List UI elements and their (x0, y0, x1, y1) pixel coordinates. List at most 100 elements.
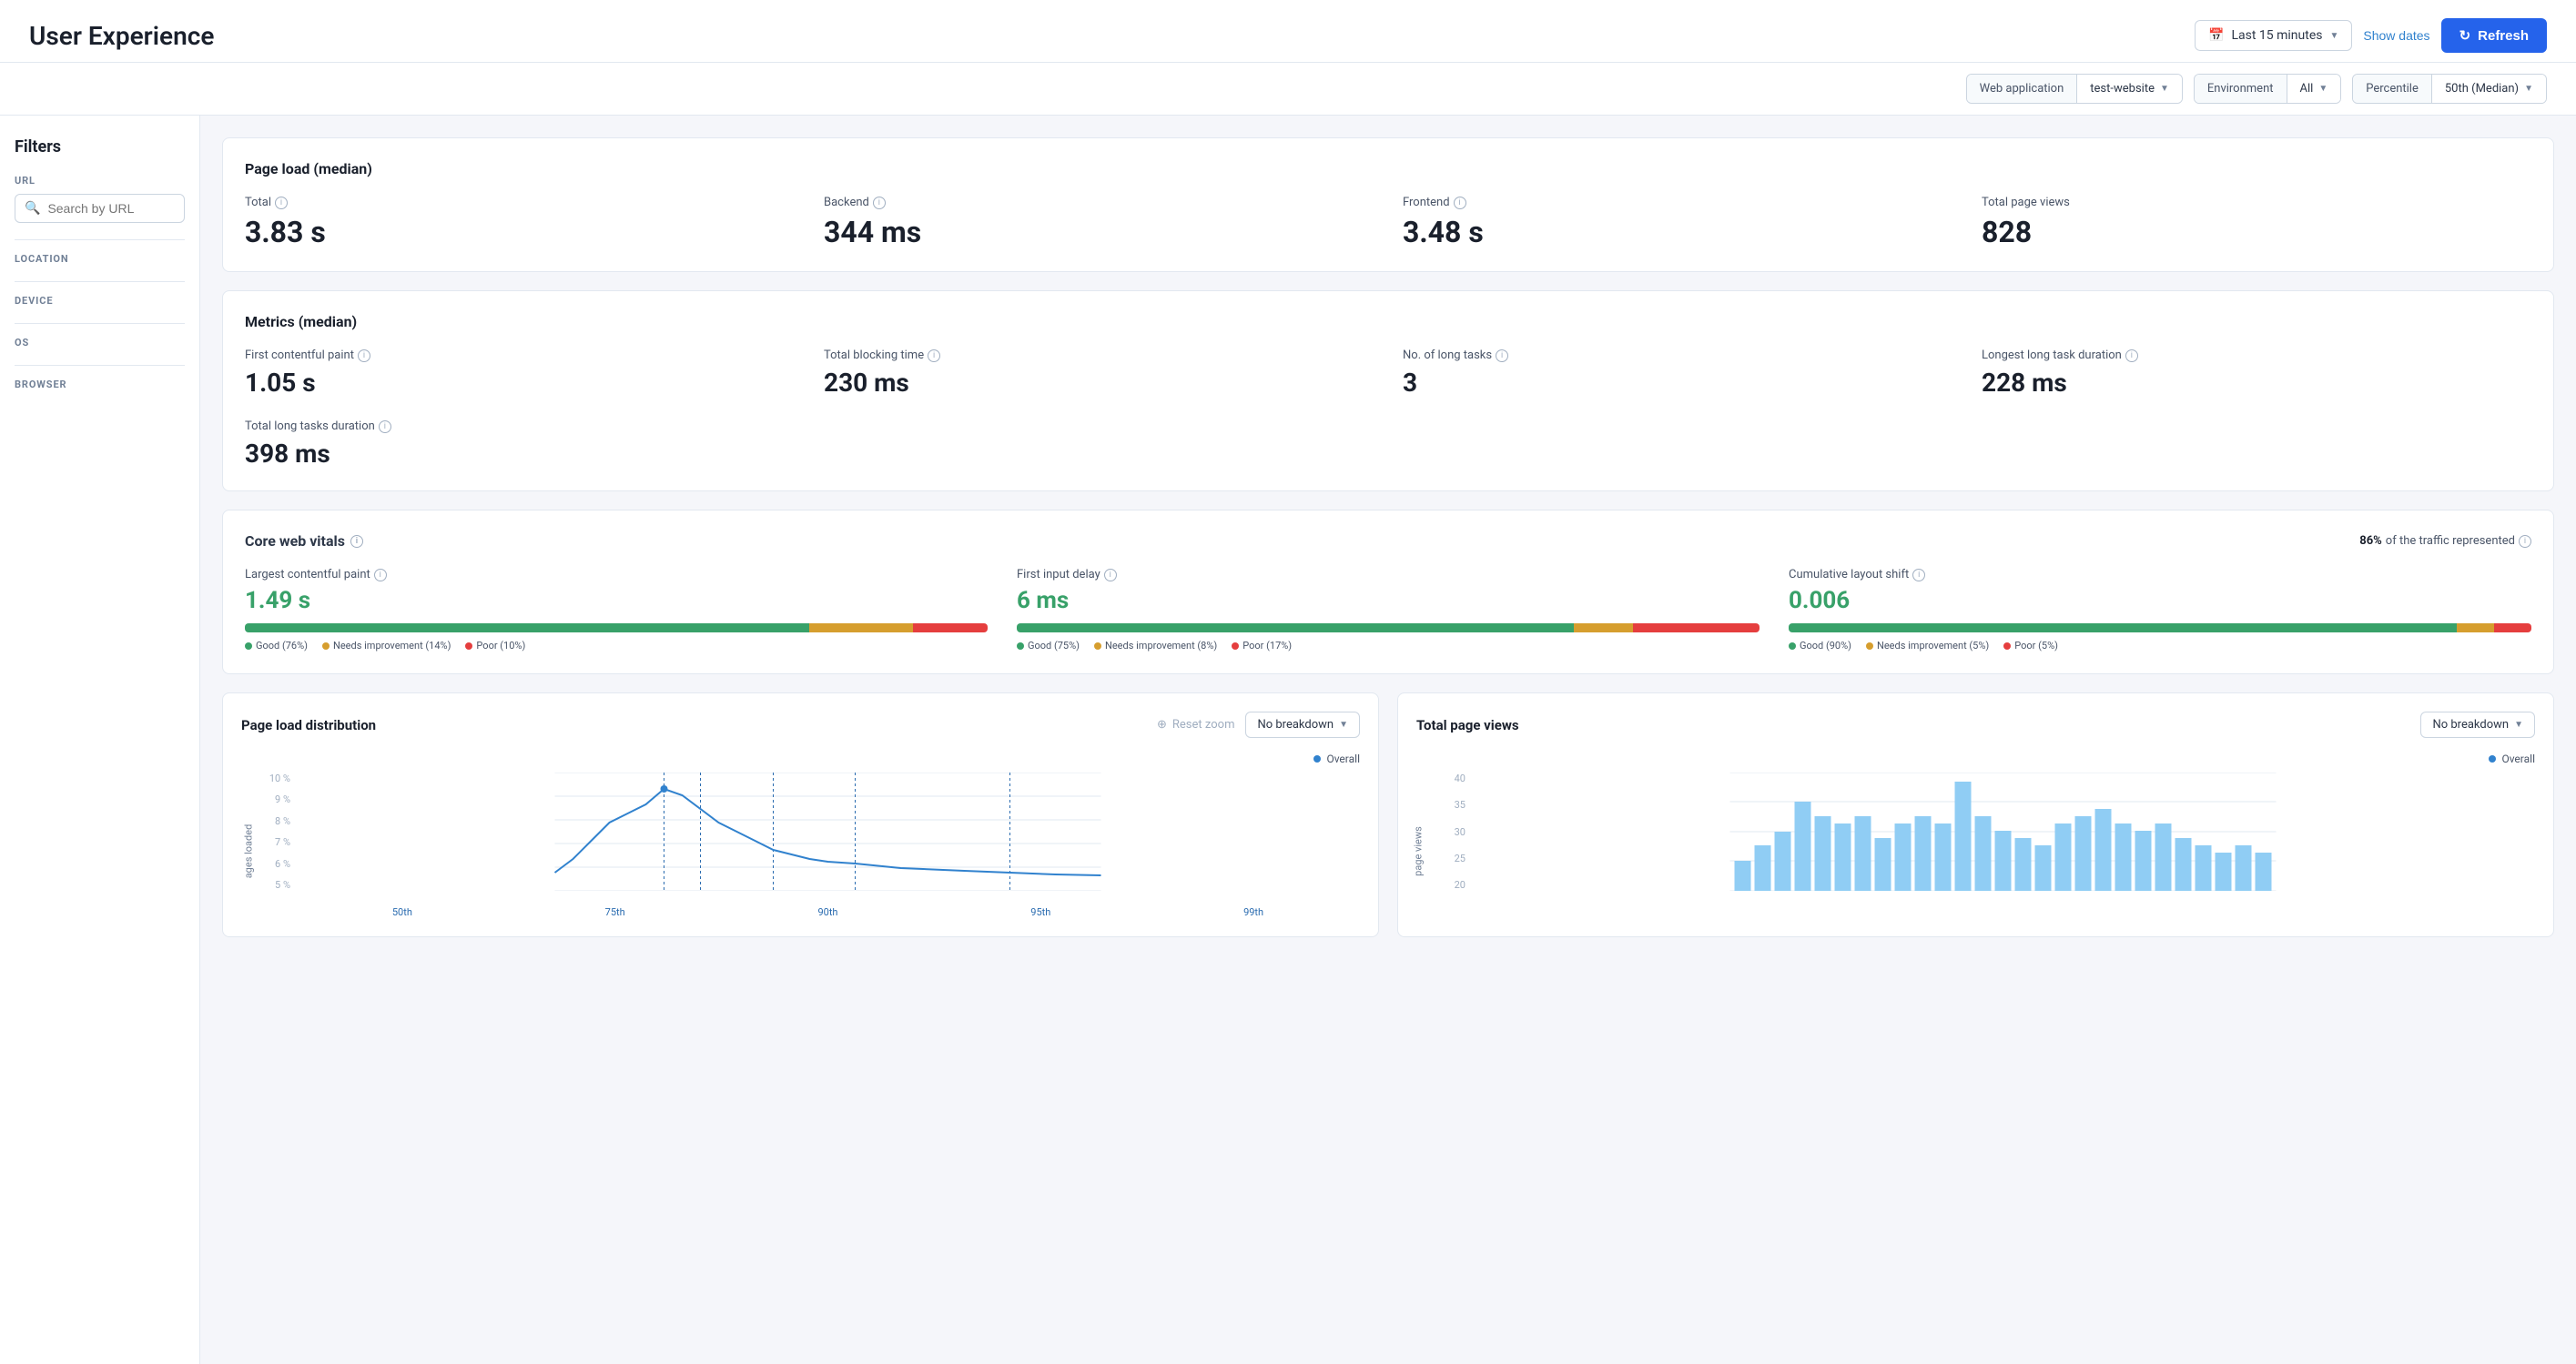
metric-total-value: 3.83 s (245, 215, 795, 249)
lcp-progress-bar (245, 623, 988, 632)
cls-progress-bar (1789, 623, 2531, 632)
page-load-metrics: Total i 3.83 s Backend i 344 ms Frontend (245, 196, 2531, 249)
header: User Experience 📅 Last 15 minutes ▼ Show… (0, 0, 2576, 63)
metric-page-views-value: 828 (1982, 215, 2531, 249)
url-label: URL (15, 175, 185, 187)
percentile-label: Percentile (2353, 75, 2432, 103)
percentile-filter[interactable]: Percentile 50th (Median) ▼ (2352, 74, 2547, 104)
cwv-fid: First input delay i 6 ms Good (75%) (1017, 568, 1760, 652)
metric-total-long-tasks-value: 398 ms (245, 439, 2531, 469)
lcp-needs-bar (809, 623, 913, 632)
web-app-value[interactable]: test-website ▼ (2077, 75, 2182, 103)
percentile-value[interactable]: 50th (Median) ▼ (2432, 75, 2546, 103)
cls-poor-legend: Poor (5%) (2003, 640, 2058, 652)
overall-dot (1313, 755, 1321, 763)
info-icon[interactable]: i (350, 535, 363, 548)
metric-fcp-label: First contentful paint i (245, 349, 795, 362)
metrics-median-card: Metrics (median) First contentful paint … (222, 290, 2554, 491)
chevron-down-icon: ▼ (2329, 31, 2338, 41)
breakdown-select[interactable]: No breakdown ▼ (2420, 712, 2535, 738)
chevron-down-icon: ▼ (1339, 720, 1348, 730)
metric-fcp-value: 1.05 s (245, 368, 795, 398)
poor-dot (1232, 642, 1239, 650)
metric-backend-label: Backend i (824, 196, 1374, 209)
cls-legend: Good (90%) Needs improvement (5%) Poor (… (1789, 640, 2531, 652)
metric-total: Total i 3.83 s (245, 196, 795, 249)
metric-long-tasks-label: No. of long tasks i (1403, 349, 1952, 362)
info-icon[interactable]: i (873, 197, 886, 209)
page-load-card: Page load (median) Total i 3.83 s Backen… (222, 137, 2554, 272)
refresh-button[interactable]: ↻ Refresh (2441, 18, 2547, 53)
url-search-input[interactable] (47, 201, 175, 216)
page-load-dist-card: Page load distribution ⊕ Reset zoom No b… (222, 692, 1379, 937)
info-icon[interactable]: i (1454, 197, 1466, 209)
page-load-dist-header: Page load distribution ⊕ Reset zoom No b… (241, 712, 1360, 738)
cwv-cls-label: Cumulative layout shift i (1789, 568, 2531, 581)
device-label: DEVICE (15, 295, 185, 307)
main-layout: Filters URL 🔍 LOCATION DEVICE OS BROWSER (0, 116, 2576, 1364)
browser-label: BROWSER (15, 379, 185, 390)
overall-legend: Overall (1416, 753, 2535, 765)
metrics-median-title: Metrics (median) (245, 313, 2531, 330)
cls-good-legend: Good (90%) (1789, 640, 1851, 652)
cwv-lcp: Largest contentful paint i 1.49 s Good (… (245, 568, 988, 652)
metric-tbt-label: Total blocking time i (824, 349, 1374, 362)
page-load-dist-controls: ⊕ Reset zoom No breakdown ▼ (1157, 712, 1360, 738)
fid-needs-legend: Needs improvement (8%) (1094, 640, 1217, 652)
info-icon[interactable]: i (2125, 349, 2138, 362)
cwv-lcp-value: 1.49 s (245, 587, 988, 614)
cwv-cls-value: 0.006 (1789, 587, 2531, 614)
info-icon[interactable]: i (928, 349, 940, 362)
chevron-down-icon: ▼ (2514, 720, 2523, 730)
needs-dot (1094, 642, 1101, 650)
os-label: OS (15, 337, 185, 349)
metric-backend-value: 344 ms (824, 215, 1374, 249)
info-icon[interactable]: i (1496, 349, 1508, 362)
reset-zoom-button[interactable]: ⊕ Reset zoom (1157, 718, 1234, 732)
info-icon[interactable]: i (374, 569, 387, 581)
info-icon[interactable]: i (1104, 569, 1117, 581)
environment-value[interactable]: All ▼ (2287, 75, 2341, 103)
needs-dot (322, 642, 330, 650)
time-range-value: Last 15 minutes (2231, 28, 2322, 43)
refresh-label: Refresh (2478, 28, 2529, 44)
cls-poor-bar (2494, 623, 2531, 632)
info-icon[interactable]: i (2519, 535, 2531, 548)
breakdown-select[interactable]: No breakdown ▼ (1245, 712, 1360, 738)
x-axis-labels: 50th75th90th95th99th (241, 906, 1360, 918)
cls-good-bar (1789, 623, 2457, 632)
info-icon[interactable]: i (379, 420, 391, 433)
overall-dot (2489, 755, 2496, 763)
time-selector[interactable]: 📅 Last 15 minutes ▼ (2195, 20, 2352, 51)
cwv-fid-value: 6 ms (1017, 587, 1760, 614)
info-icon[interactable]: i (358, 349, 370, 362)
poor-dot (465, 642, 472, 650)
web-app-filter[interactable]: Web application test-website ▼ (1966, 74, 2183, 104)
metric-tbt-value: 230 ms (824, 368, 1374, 398)
os-filter-section: OS (15, 337, 185, 349)
location-filter-section: LOCATION (15, 253, 185, 265)
refresh-icon: ↻ (2459, 27, 2471, 44)
lcp-good-bar (245, 623, 809, 632)
fid-needs-bar (1574, 623, 1633, 632)
lcp-legend: Good (76%) Needs improvement (14%) Poor … (245, 640, 988, 652)
lcp-poor-legend: Poor (10%) (465, 640, 525, 652)
info-icon[interactable]: i (275, 197, 288, 209)
url-search-wrapper[interactable]: 🔍 (15, 194, 185, 223)
metric-longest-task-value: 228 ms (1982, 368, 2531, 398)
header-right: 📅 Last 15 minutes ▼ Show dates ↻ Refresh (2195, 18, 2547, 53)
good-dot (245, 642, 252, 650)
y-axis-label: page views (1413, 815, 1425, 888)
cwv-card: Core web vitals i 86% of the traffic rep… (222, 510, 2554, 674)
cls-needs-bar (2457, 623, 2494, 632)
browser-filter-section: BROWSER (15, 379, 185, 390)
fid-good-bar (1017, 623, 1574, 632)
info-icon[interactable]: i (1912, 569, 1925, 581)
chevron-down-icon: ▼ (2318, 84, 2328, 94)
lcp-poor-bar (913, 623, 988, 632)
charts-row: Page load distribution ⊕ Reset zoom No b… (222, 692, 2554, 937)
fid-good-legend: Good (75%) (1017, 640, 1080, 652)
show-dates-button[interactable]: Show dates (2363, 28, 2429, 43)
environment-filter[interactable]: Environment All ▼ (2194, 74, 2341, 104)
fid-legend: Good (75%) Needs improvement (8%) Poor (… (1017, 640, 1760, 652)
